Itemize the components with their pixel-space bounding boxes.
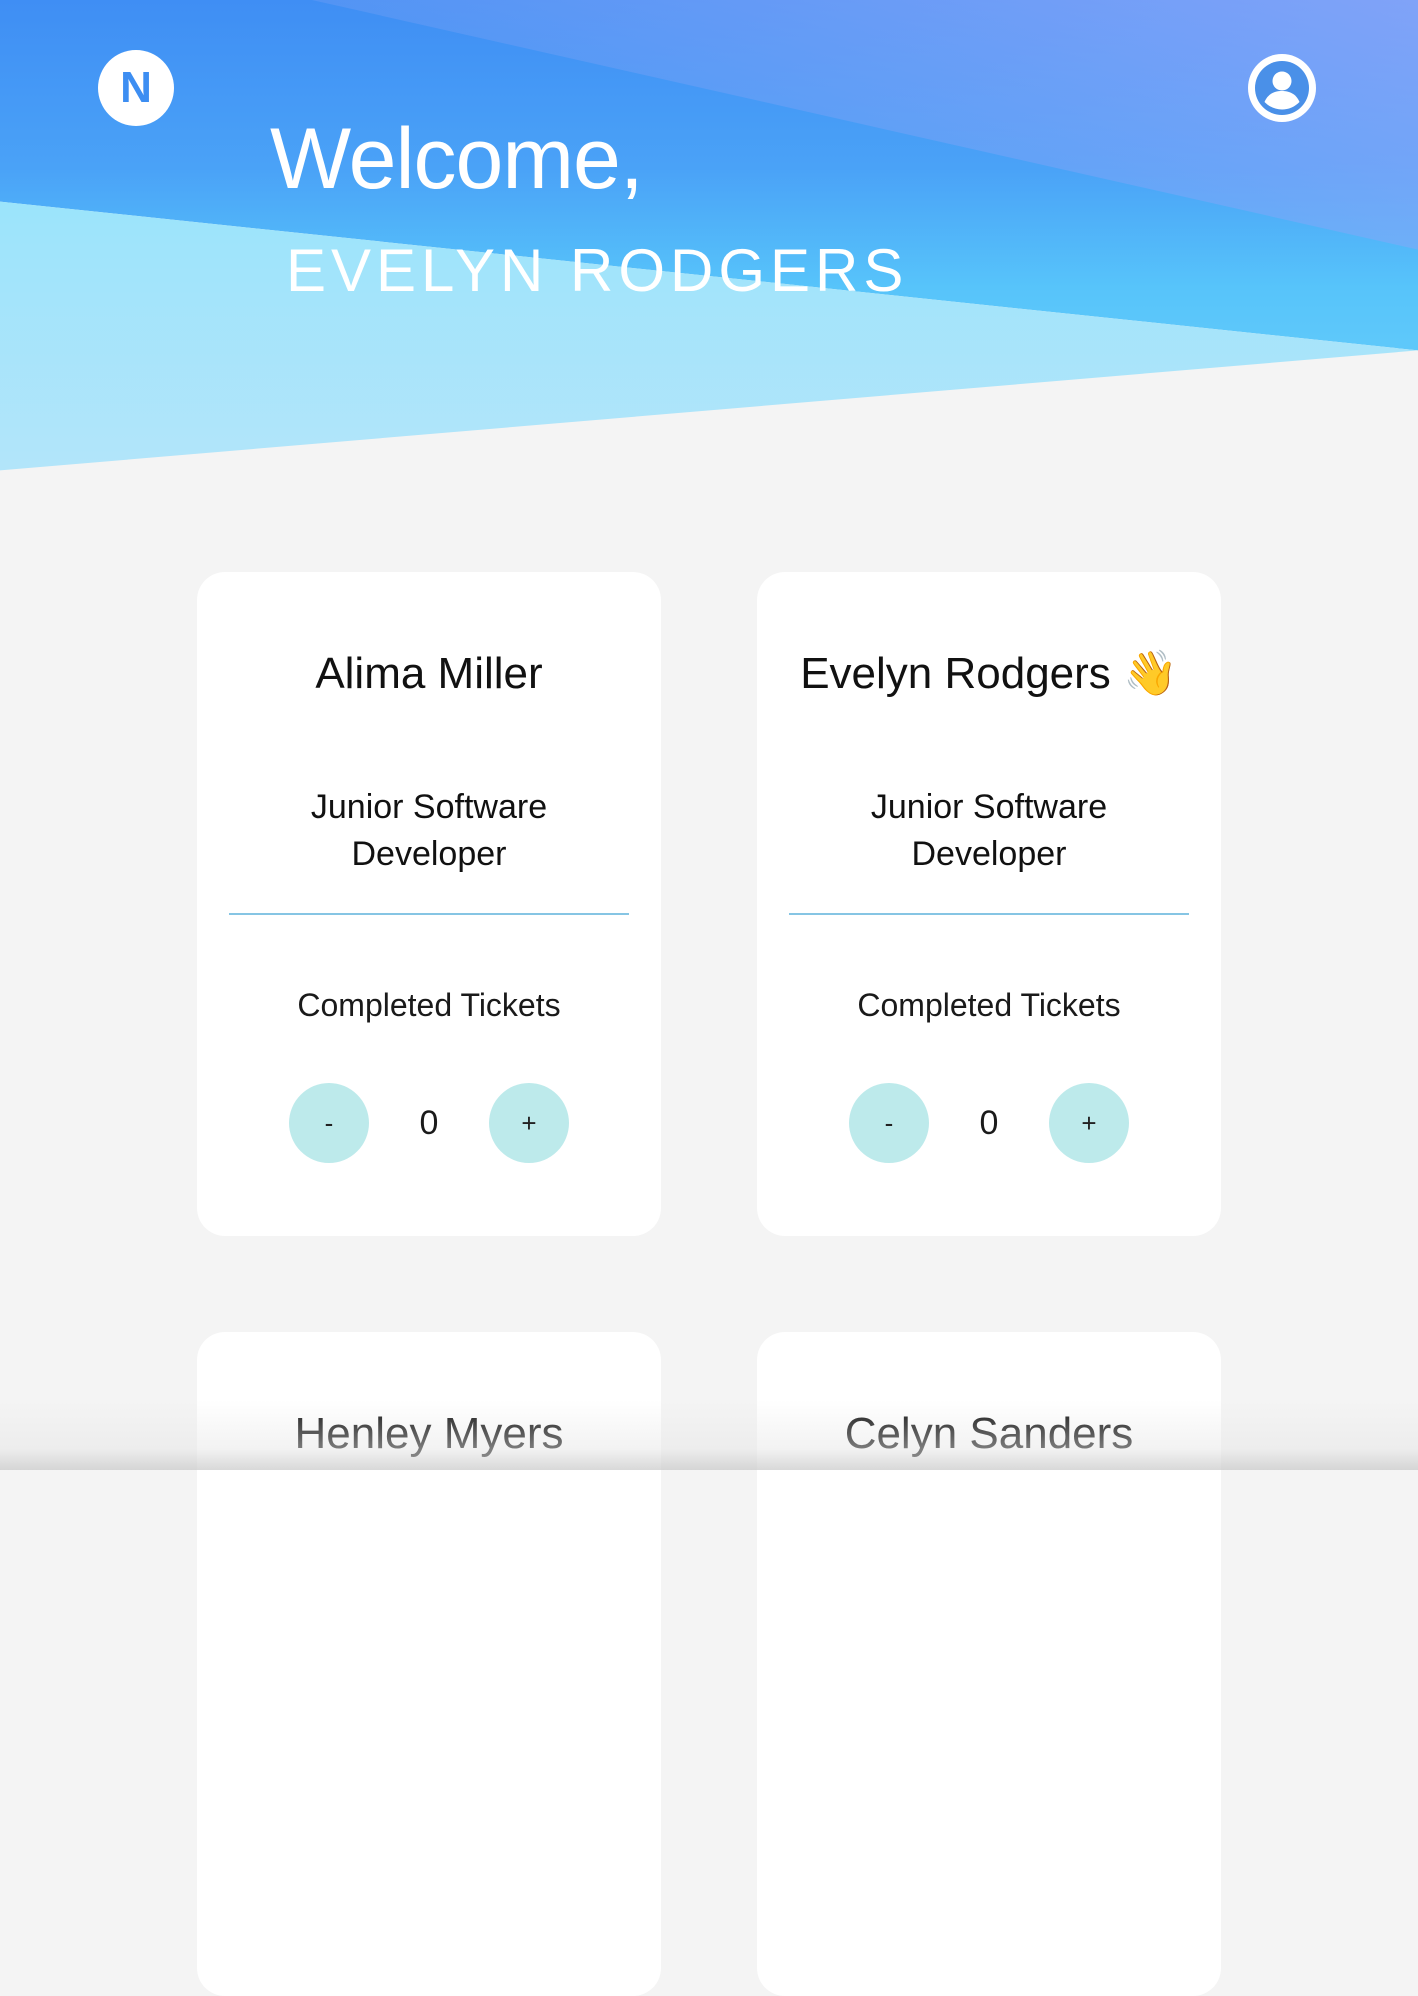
logo-letter: N — [120, 63, 152, 112]
increment-button[interactable]: + — [1048, 1083, 1129, 1163]
completed-tickets-label: Completed Tickets — [857, 987, 1121, 1023]
decrement-button[interactable]: - — [849, 1083, 929, 1163]
member-role: Junior Software Developer — [310, 788, 548, 873]
card-divider — [229, 913, 629, 915]
decrement-button[interactable]: - — [289, 1083, 369, 1163]
member-name: Henley Myers — [294, 1409, 564, 1458]
team-member-card: Alima Miller Junior Software Developer C… — [197, 572, 661, 1236]
team-member-card: Celyn Sanders — [757, 1332, 1221, 1996]
welcome-user-name: EVELYN RODGERS — [286, 237, 909, 304]
welcome-heading: Welcome, — [270, 111, 644, 207]
completed-tickets-label: Completed Tickets — [297, 987, 561, 1023]
ticket-count: 0 — [979, 1103, 999, 1142]
user-circle-icon — [1255, 61, 1309, 115]
app-logo[interactable]: N — [98, 50, 174, 126]
member-name: Alima Miller — [315, 649, 543, 698]
hero-banner: N Welcome, EVELYN RODGERS — [0, 0, 1418, 480]
increment-button[interactable]: + — [488, 1083, 569, 1163]
ticket-stepper: - 0 + — [849, 1083, 1129, 1163]
member-name: Celyn Sanders — [844, 1409, 1134, 1458]
card-divider — [789, 913, 1189, 915]
ticket-count: 0 — [419, 1103, 439, 1142]
team-member-card: Henley Myers — [197, 1332, 661, 1996]
member-name: Evelyn Rodgers 👋 — [800, 649, 1178, 698]
ticket-stepper: - 0 + — [289, 1083, 569, 1163]
member-role: Junior Software Developer — [870, 788, 1108, 873]
user-avatar-button[interactable] — [1248, 54, 1316, 122]
team-member-card: Evelyn Rodgers 👋 Junior Software Develop… — [757, 572, 1221, 1236]
